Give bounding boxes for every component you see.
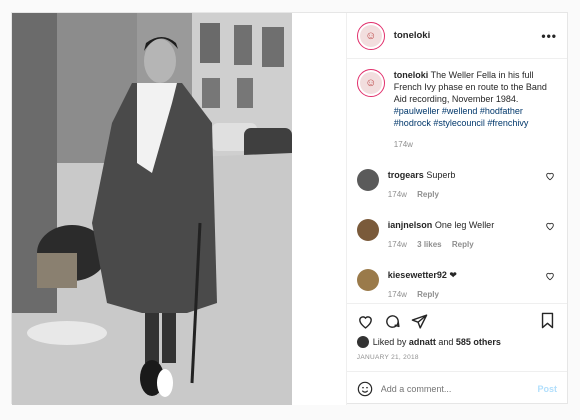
likes-and: and [438,337,454,347]
reply-button[interactable]: Reply [417,290,439,299]
commenter-avatar[interactable] [356,219,379,241]
comment-age: 174w [387,240,407,249]
comment-like-icon[interactable] [545,221,555,231]
comment-like-icon[interactable] [545,271,555,281]
more-options-icon[interactable]: ••• [541,29,557,43]
page-background: ☺ toneloki ••• ☺ toneloki The Weller Fel… [0,0,580,420]
comment-age: 174w [387,290,407,299]
comment-item: ianjnelson One leg Weller 174w 3 likes R… [356,219,557,251]
caption: ☺ toneloki The Weller Fella in his full … [356,69,557,151]
action-bar: Liked by adnatt and 585 others JANUARY 2… [346,303,567,371]
post-side-panel: ☺ toneloki ••• ☺ toneloki The Weller Fel… [345,13,567,405]
caption-avatar[interactable]: ☺ [356,69,385,97]
add-comment-input[interactable] [380,383,538,394]
caption-body: toneloki The Weller Fella in his full Fr… [394,69,557,151]
bookmark-icon[interactable] [540,312,555,329]
reply-button[interactable]: Reply [452,240,474,249]
post-header: ☺ toneloki ••• [346,13,567,59]
comment-age: 174w [387,190,407,199]
post-comment-button[interactable]: Post [537,384,557,394]
liker-avatar[interactable] [356,336,369,348]
likes-summary: Liked by adnatt and 585 others [356,336,557,348]
likes-prefix: Liked by [372,337,407,347]
avatar[interactable]: ☺ [356,21,385,50]
comment-meta: 174w Reply [388,189,557,201]
comment-meta: 174w Reply [388,289,557,301]
comment-text: Superb [426,170,456,180]
comment-item: trogears Superb 174w Reply [356,169,557,201]
comment-text: One leg Weller [434,220,495,230]
action-icons [357,312,557,330]
comment-body: kiesewetter92 ❤ 174w Reply [388,269,557,301]
emoji-icon[interactable] [357,381,373,397]
commenter-avatar[interactable] [356,269,379,291]
reply-button[interactable]: Reply [417,190,439,199]
comment-likes-count[interactable]: 3 likes [417,240,441,249]
comment-body: ianjnelson One leg Weller 174w 3 likes R… [388,219,557,251]
comment-username[interactable]: ianjnelson [388,220,433,230]
caption-age: 174w [393,140,413,149]
post-date: JANUARY 21, 2018 [356,354,419,361]
likes-others-link[interactable]: 585 others [456,337,501,347]
post-photo[interactable] [12,13,346,405]
comment-body: trogears Superb 174w Reply [388,169,557,201]
paper-plane-icon[interactable] [411,313,428,330]
comment-username[interactable]: kiesewetter92 [388,270,447,280]
post-modal: ☺ toneloki ••• ☺ toneloki The Weller Fel… [11,12,568,405]
header-username[interactable]: toneloki [394,30,542,41]
comment-bubble-icon[interactable] [384,313,401,330]
black-and-white-photo [12,13,346,405]
comment-like-icon[interactable] [545,171,555,181]
avatar-image: ☺ [359,72,382,94]
comment-item: kiesewetter92 ❤ 174w Reply [356,269,557,301]
commenter-avatar[interactable] [356,169,379,191]
comment-username[interactable]: trogears [388,170,424,180]
avatar-image: ☺ [359,24,382,47]
caption-username[interactable]: toneloki [394,70,429,80]
caption-hashtags[interactable]: #paulweller #wellend #hodfather #hodrock… [394,106,529,128]
heart-icon[interactable] [357,313,374,330]
comment-text: ❤ [449,270,457,280]
comment-meta: 174w 3 likes Reply [388,239,557,251]
add-comment-bar: Post [346,371,567,405]
liker-username[interactable]: adnatt [409,337,436,347]
comments-list: ☺ toneloki The Weller Fella in his full … [347,59,567,303]
